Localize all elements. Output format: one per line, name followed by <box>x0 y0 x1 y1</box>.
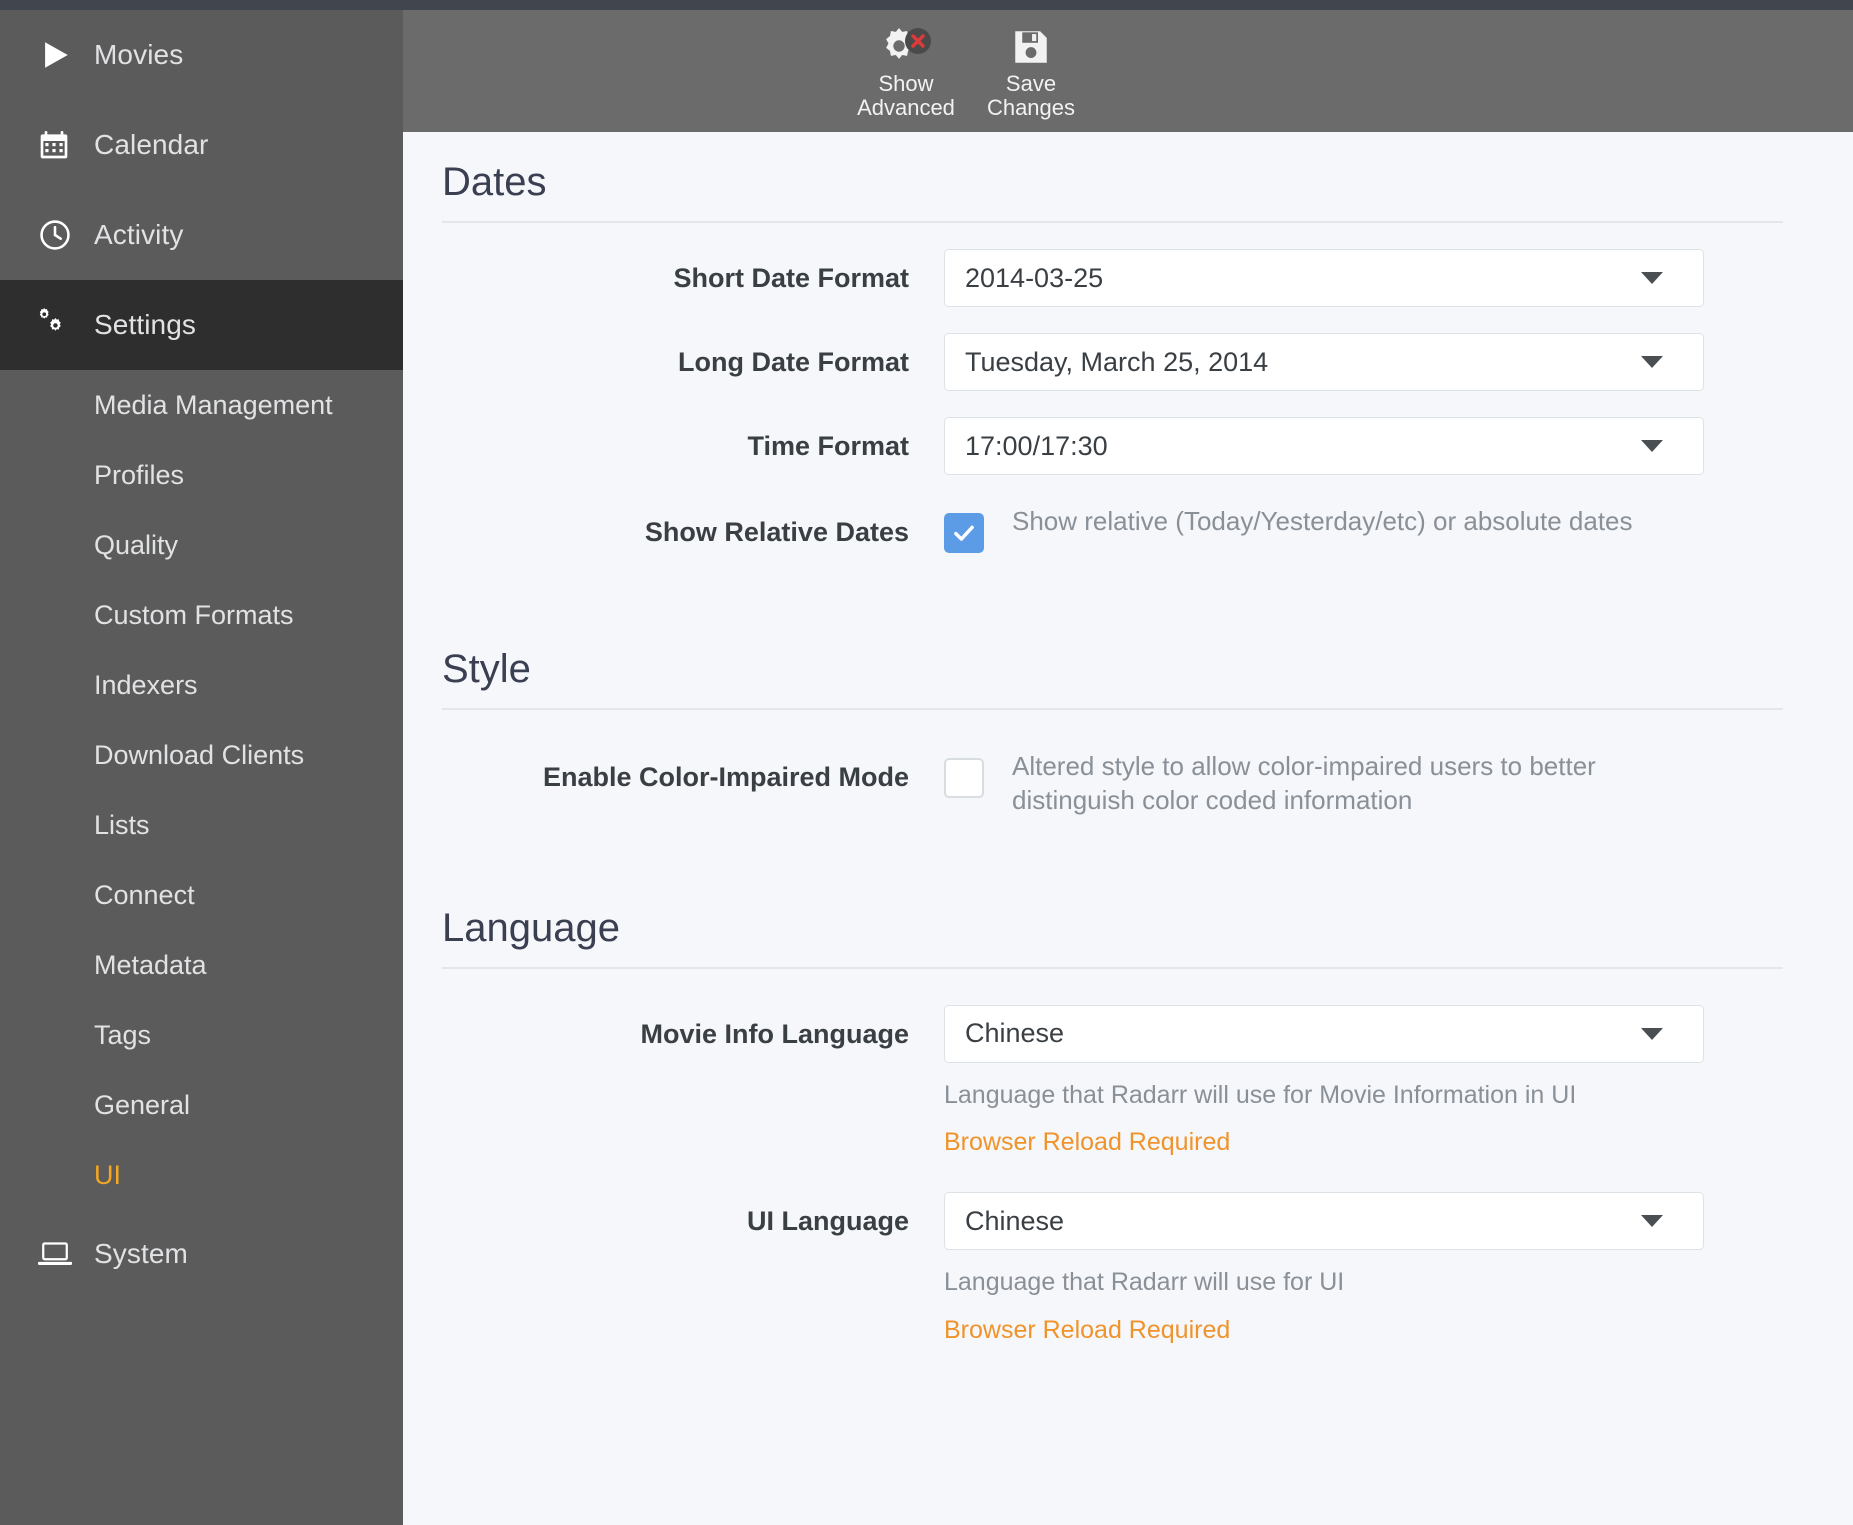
short-date-format-label: Short Date Format <box>673 263 909 293</box>
sidebar-item-settings[interactable]: Settings <box>0 280 403 370</box>
sidebar-subitem-label: Media Management <box>94 389 333 420</box>
show-relative-dates-description: Show relative (Today/Yesterday/etc) or a… <box>1012 506 1633 536</box>
play-icon <box>38 38 84 72</box>
gear-with-x-icon <box>879 22 933 72</box>
ui-language-value: Chinese <box>965 1205 1065 1236</box>
section-heading-language: Language <box>442 878 1783 969</box>
sidebar-subitem-media-management[interactable]: Media Management <box>0 370 403 440</box>
movie-info-language-warning: Browser Reload Required <box>944 1128 1231 1157</box>
floppy-disk-icon <box>1010 22 1052 72</box>
sidebar-item-label: Settings <box>94 309 196 340</box>
sidebar-item-label: Movies <box>94 39 184 70</box>
sidebar-subitem-label: Download Clients <box>94 739 305 770</box>
page-toolbar: Show Advanced Save Changes <box>403 10 1853 132</box>
sidebar-subitem-custom-formats[interactable]: Custom Formats <box>0 580 403 650</box>
sidebar: Movies Calendar Activity Settings Media … <box>0 10 403 1525</box>
app-root: Movies Calendar Activity Settings Media … <box>0 0 1853 1525</box>
long-date-format-select[interactable]: Tuesday, March 25, 2014 <box>944 333 1704 391</box>
sidebar-subitem-download-clients[interactable]: Download Clients <box>0 720 403 790</box>
chevron-down-icon <box>1641 1027 1663 1040</box>
settings-ui-content: Dates Short Date Format 2014-03-25 Long … <box>403 132 1853 1525</box>
sidebar-subitem-tags[interactable]: Tags <box>0 1000 403 1070</box>
style-section: Style Enable Color-Impaired Mode Altered… <box>403 561 1853 818</box>
color-impaired-description: Altered style to allow color-impaired us… <box>1012 751 1596 815</box>
short-date-format-row: Short Date Format 2014-03-25 <box>442 223 1783 307</box>
sidebar-subitem-label: Indexers <box>94 669 198 700</box>
movie-info-language-label: Movie Info Language <box>640 1018 909 1049</box>
chevron-down-icon <box>1641 356 1663 368</box>
ui-language-help: Language that Radarr will use for UI <box>944 1268 1345 1297</box>
sidebar-item-calendar[interactable]: Calendar <box>0 100 403 190</box>
save-changes-button[interactable]: Save Changes <box>966 22 1096 120</box>
window-top-strip <box>0 0 1853 10</box>
show-relative-dates-label: Show Relative Dates <box>644 517 909 547</box>
calendar-icon <box>38 128 84 162</box>
sidebar-subitem-label: General <box>94 1089 191 1120</box>
sidebar-subitem-quality[interactable]: Quality <box>0 510 403 580</box>
movie-info-language-value: Chinese <box>965 1018 1065 1049</box>
long-date-format-value: Tuesday, March 25, 2014 <box>965 346 1269 377</box>
time-format-value: 17:00/17:30 <box>965 430 1108 461</box>
sidebar-subitem-ui[interactable]: UI <box>0 1140 403 1210</box>
sidebar-subitem-label: Metadata <box>94 949 207 980</box>
ui-language-select[interactable]: Chinese <box>944 1192 1704 1251</box>
sidebar-subitem-label: Profiles <box>94 459 185 490</box>
section-heading-dates: Dates <box>442 132 1783 223</box>
long-date-format-label: Long Date Format <box>677 347 909 377</box>
sidebar-item-activity[interactable]: Activity <box>0 190 403 280</box>
show-relative-dates-checkbox[interactable] <box>944 513 984 553</box>
sidebar-subitem-lists[interactable]: Lists <box>0 790 403 860</box>
sidebar-subitem-label: Tags <box>94 1019 152 1050</box>
sidebar-subitem-label: Connect <box>94 879 195 910</box>
show-relative-dates-row: Show Relative Dates Show relative (Today… <box>442 475 1783 561</box>
chevron-down-icon <box>1641 440 1663 452</box>
ui-language-row: UI Language Chinese Language that Radarr… <box>442 1160 1783 1348</box>
sidebar-subitem-label: Custom Formats <box>94 599 294 630</box>
movie-info-language-select[interactable]: Chinese <box>944 1004 1704 1063</box>
section-heading-style: Style <box>442 619 1783 710</box>
sidebar-subitem-profiles[interactable]: Profiles <box>0 440 403 510</box>
show-advanced-button[interactable]: Show Advanced <box>841 22 971 120</box>
sidebar-item-label: Calendar <box>94 129 209 160</box>
laptop-icon <box>38 1237 84 1271</box>
sidebar-item-label: Activity <box>94 219 184 250</box>
sidebar-subitem-label: UI <box>94 1159 121 1190</box>
sidebar-item-movies[interactable]: Movies <box>0 10 403 100</box>
ui-language-label: UI Language <box>746 1206 909 1237</box>
show-advanced-label: Show Advanced <box>857 71 955 121</box>
movie-info-language-help: Language that Radarr will use for Movie … <box>944 1080 1577 1109</box>
short-date-format-value: 2014-03-25 <box>965 262 1104 293</box>
sidebar-subitem-label: Lists <box>94 809 150 840</box>
sidebar-item-label: System <box>94 1238 188 1269</box>
gears-icon <box>38 308 84 342</box>
sidebar-subitem-connect[interactable]: Connect <box>0 860 403 930</box>
short-date-format-select[interactable]: 2014-03-25 <box>944 249 1704 307</box>
save-changes-label: Save Changes <box>986 71 1076 121</box>
clock-icon <box>38 218 84 252</box>
sidebar-item-system[interactable]: System <box>0 1210 403 1298</box>
long-date-format-row: Long Date Format Tuesday, March 25, 2014 <box>442 307 1783 391</box>
color-impaired-label: Enable Color-Impaired Mode <box>542 762 909 792</box>
color-impaired-row: Enable Color-Impaired Mode Altered style… <box>442 710 1783 818</box>
language-section: Language Movie Info Language Chinese Lan… <box>403 818 1853 1348</box>
movie-info-language-row: Movie Info Language Chinese Language tha… <box>442 969 1783 1161</box>
time-format-row: Time Format 17:00/17:30 <box>442 391 1783 475</box>
ui-language-warning: Browser Reload Required <box>944 1315 1231 1344</box>
sidebar-subitem-indexers[interactable]: Indexers <box>0 650 403 720</box>
color-impaired-checkbox[interactable] <box>944 758 984 798</box>
sidebar-subitem-general[interactable]: General <box>0 1070 403 1140</box>
time-format-select[interactable]: 17:00/17:30 <box>944 417 1704 475</box>
sidebar-subitem-label: Quality <box>94 529 179 560</box>
chevron-down-icon <box>1641 1215 1663 1228</box>
time-format-label: Time Format <box>747 431 909 461</box>
dates-section: Dates Short Date Format 2014-03-25 Long … <box>403 132 1853 561</box>
sidebar-subitem-metadata[interactable]: Metadata <box>0 930 403 1000</box>
chevron-down-icon <box>1641 272 1663 284</box>
